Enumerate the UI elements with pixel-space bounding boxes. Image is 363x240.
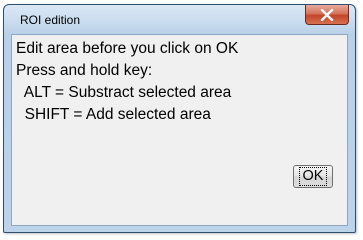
message-line-2: Press and hold key: (16, 62, 153, 79)
message-line-3: ALT = Substract selected area (16, 84, 232, 101)
window-title: ROI edition (20, 13, 81, 27)
close-button[interactable] (305, 5, 349, 25)
close-icon (320, 8, 334, 21)
message-line-4: SHIFT = Add selected area (16, 106, 211, 123)
message-line-1: Edit area before you click on OK (16, 40, 239, 57)
ok-button[interactable]: OK (293, 165, 333, 188)
title-bar[interactable]: ROI edition (4, 5, 355, 33)
ok-button-label: OK (298, 167, 328, 186)
message-text: Edit area before you click on OK Press an… (16, 38, 238, 126)
